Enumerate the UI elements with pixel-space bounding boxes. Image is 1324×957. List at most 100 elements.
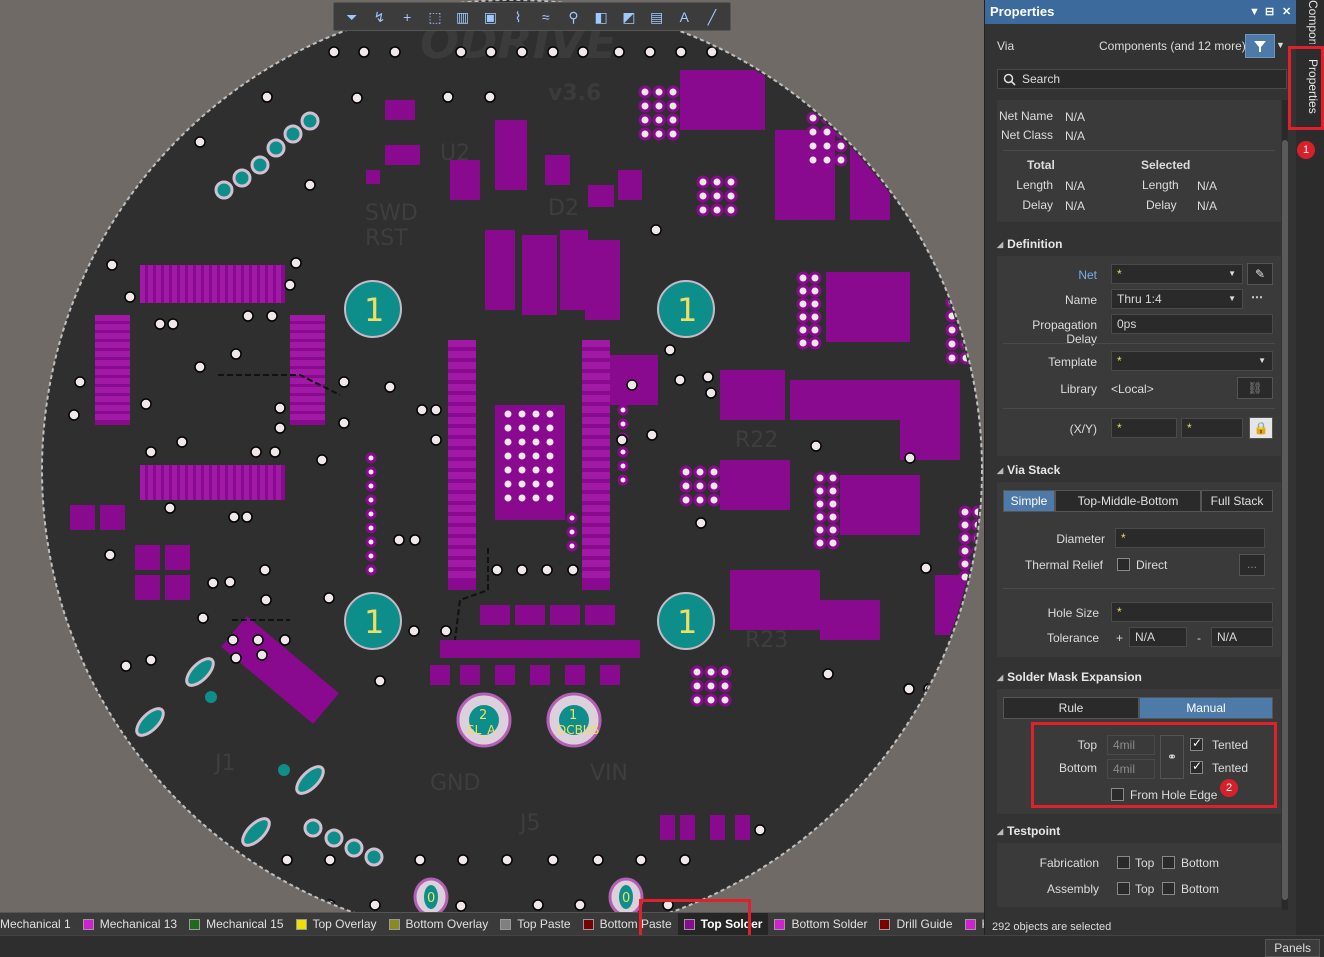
more-options-icon[interactable]: ⋯ <box>1251 290 1263 304</box>
layer-tab-label: Bottom Paste <box>599 917 672 931</box>
tolerance-plus-input[interactable]: N/A <box>1129 627 1187 647</box>
layer-tab-top-overlay[interactable]: Top Overlay <box>290 913 383 935</box>
fab-bottom-checkbox[interactable] <box>1162 856 1175 869</box>
via <box>547 46 559 58</box>
via <box>515 421 529 435</box>
testpoint-section[interactable]: Testpoint <box>997 824 1060 838</box>
top-tented-checkbox[interactable] <box>1190 736 1203 751</box>
template-label: Template <box>1048 355 1097 369</box>
thermal-ellipsis-button[interactable]: ... <box>1239 554 1265 576</box>
solder-mask-section[interactable]: Solder Mask Expansion <box>997 670 1142 684</box>
asm-top-checkbox[interactable] <box>1117 882 1130 895</box>
chart-icon[interactable]: ▥ <box>453 7 473 27</box>
lock-button[interactable]: 🔒 <box>1249 417 1273 439</box>
connector-hole <box>344 838 364 858</box>
route-icon[interactable]: ↯ <box>370 7 390 27</box>
panels-button[interactable]: Panels <box>1265 939 1320 957</box>
text-icon[interactable]: A <box>674 7 694 27</box>
pin-icon[interactable]: ⚲ <box>563 7 583 27</box>
line-icon[interactable]: ╱ <box>702 7 722 27</box>
panel-menu-icon[interactable]: ▼ <box>1249 0 1260 24</box>
polygon-icon[interactable]: ◧ <box>591 7 611 27</box>
via <box>705 387 717 399</box>
search-input[interactable]: Search <box>997 69 1287 89</box>
silk-label: VIN <box>590 761 628 786</box>
select-rect-icon[interactable]: ⬚ <box>425 7 445 27</box>
close-icon[interactable]: ✕ <box>1282 0 1291 24</box>
ic-pin <box>448 406 476 413</box>
layer-tab-bottom-solder[interactable]: Bottom Solder <box>768 913 873 935</box>
tolerance-minus-input[interactable]: N/A <box>1211 627 1273 647</box>
via <box>516 46 528 58</box>
chip-icon[interactable]: ▣ <box>480 7 500 27</box>
diff-pair-icon[interactable]: ≈ <box>536 7 556 27</box>
layer-tab-drill-guide[interactable]: Drill Guide <box>873 913 958 935</box>
mask-manual-button[interactable]: Manual <box>1139 697 1273 719</box>
via <box>224 576 236 588</box>
add-icon[interactable]: + <box>397 7 417 27</box>
layer-tab-top-solder[interactable]: Top Solder <box>677 913 769 935</box>
layer-tab-mechanical-15[interactable]: Mechanical 15 <box>183 913 289 935</box>
dimension-icon[interactable]: ▤ <box>647 7 667 27</box>
search-icon <box>1003 73 1016 86</box>
via <box>820 125 834 139</box>
asm-bottom-checkbox[interactable] <box>1162 882 1175 895</box>
mask-bottom-input[interactable]: 4mil <box>1107 759 1155 779</box>
asm-bottom-label: Bottom <box>1181 882 1220 896</box>
link-button[interactable]: ⛓ <box>1237 377 1273 399</box>
filter-dropdown-icon[interactable]: ▼ <box>1276 40 1285 50</box>
bottom-tented-checkbox[interactable] <box>1190 759 1203 774</box>
wire-icon[interactable]: ⌇ <box>508 7 528 27</box>
layer-tab-bottom-paste[interactable]: Bottom Paste <box>577 913 678 935</box>
definition-section[interactable]: Definition <box>997 237 1062 251</box>
via-stack-section[interactable]: Via Stack <box>997 463 1060 477</box>
net-edit-button[interactable]: ✎ <box>1247 263 1273 285</box>
mask-top-input[interactable]: 4mil <box>1107 735 1155 755</box>
filter-summary[interactable]: Components (and 12 more) <box>1099 39 1246 53</box>
properties-tab[interactable]: Properties <box>1300 56 1320 116</box>
divider <box>1003 150 1275 151</box>
hole-size-input[interactable]: * <box>1111 602 1273 622</box>
pcb-board[interactable]: ODRIVEv3.6U2D2SWDRSTR22R23J1J5VINGNDA111… <box>0 0 984 912</box>
via <box>822 668 834 680</box>
via <box>515 463 529 477</box>
y-input[interactable]: * <box>1181 418 1243 438</box>
pcb-canvas[interactable]: ODRIVEv3.6U2D2SWDRSTR22R23J1J5VINGNDA111… <box>0 0 984 912</box>
layer-tab-keep-out[interactable]: Keep-Out <box>959 913 984 935</box>
scrollbar-thumb[interactable] <box>1282 140 1288 900</box>
x-input[interactable]: * <box>1111 418 1177 438</box>
mask-rule-button[interactable]: Rule <box>1003 697 1139 719</box>
layer-tab-mechanical-13[interactable]: Mechanical 13 <box>77 913 183 935</box>
via <box>485 46 497 58</box>
ic-pin <box>212 465 217 500</box>
diameter-input[interactable]: * <box>1115 528 1265 548</box>
mode-full-stack-button[interactable]: Full Stack <box>1201 490 1273 512</box>
board-icon[interactable]: ◩ <box>619 7 639 27</box>
layer-color-swatch <box>295 918 307 930</box>
net-dropdown[interactable]: * <box>1111 264 1243 284</box>
direct-checkbox[interactable] <box>1117 558 1130 571</box>
fab-top-checkbox[interactable] <box>1117 856 1130 869</box>
net-label[interactable]: Net <box>1005 268 1097 282</box>
filter-button[interactable] <box>1245 34 1275 58</box>
propagation-delay-input[interactable]: 0ps <box>1111 314 1273 334</box>
via <box>679 854 691 866</box>
name-dropdown[interactable]: Thru 1:4 <box>1111 289 1243 309</box>
layer-tab-top-paste[interactable]: Top Paste <box>494 913 576 935</box>
mask-link-button[interactable]: ⚭ <box>1160 735 1184 779</box>
pin-panel-icon[interactable]: ⊟ <box>1265 0 1274 24</box>
mode-simple-button[interactable]: Simple <box>1003 490 1055 512</box>
layer-tab-bottom-overlay[interactable]: Bottom Overlay <box>383 913 495 935</box>
template-dropdown[interactable]: * <box>1111 351 1273 371</box>
ic-pin <box>95 396 130 402</box>
via <box>690 665 704 679</box>
via <box>617 418 629 430</box>
layer-tab-mechanical-1[interactable]: Mechanical 1 <box>0 913 77 935</box>
layer-tab-label: Top Paste <box>517 917 571 931</box>
filter-icon[interactable]: ⏷ <box>342 7 362 27</box>
mode-top-middle-bottom-button[interactable]: Top-Middle-Bottom <box>1055 490 1201 512</box>
from-hole-edge-checkbox[interactable] <box>1111 788 1124 801</box>
ic-pin <box>448 527 476 534</box>
components-tab[interactable]: Components <box>1300 0 1320 44</box>
panel-scrollbar[interactable] <box>1282 100 1288 910</box>
